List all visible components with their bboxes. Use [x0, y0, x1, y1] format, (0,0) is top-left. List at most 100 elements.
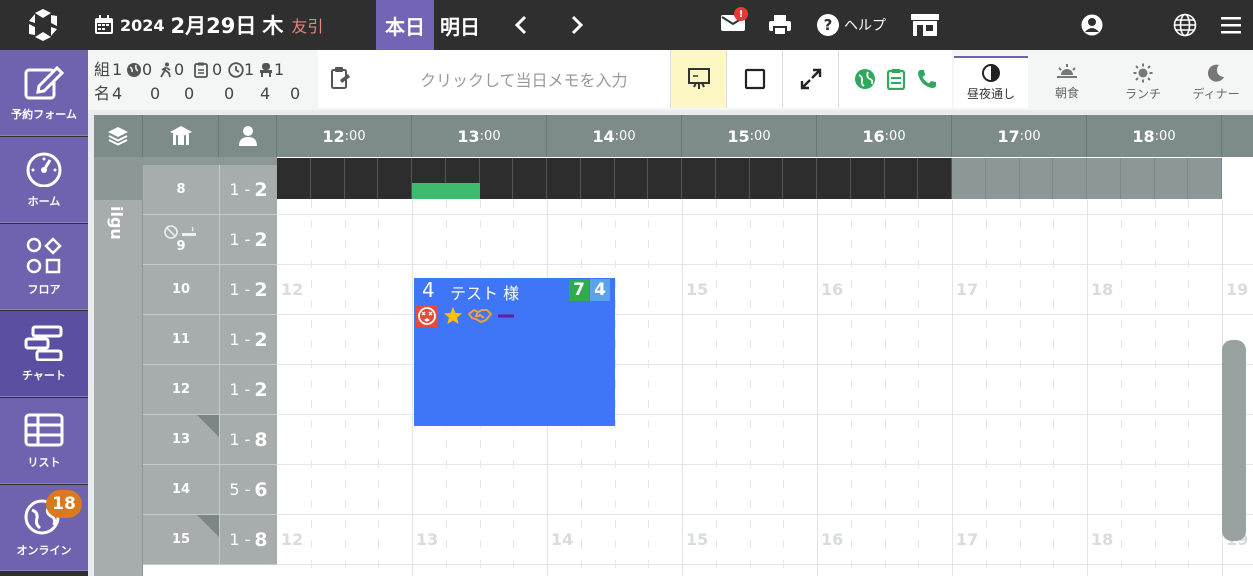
- table-column-header[interactable]: [143, 115, 219, 157]
- table-cell[interactable]: 15: [143, 515, 219, 565]
- chart-header: 12:00 13:00 14:00 15:00 16:00 17:00 18:00: [94, 115, 1253, 157]
- allocation-booked-bar: [412, 183, 480, 199]
- capacity-cell: 1 -2: [219, 315, 277, 365]
- sidebar-item-chart[interactable]: チャート: [0, 311, 88, 397]
- printer-icon: [769, 15, 791, 36]
- globe-green-icon[interactable]: [854, 68, 876, 90]
- expand-button[interactable]: [782, 50, 838, 108]
- date-display[interactable]: 2024 2月29日 木 友引: [94, 0, 323, 50]
- menu-button[interactable]: [1220, 0, 1242, 50]
- capacity-column-header[interactable]: [219, 115, 277, 157]
- capacity-max: 2: [254, 228, 268, 251]
- phone-green-icon[interactable]: [916, 68, 938, 90]
- table-corner-mark: [197, 515, 219, 537]
- presentation-view-button[interactable]: [670, 50, 726, 108]
- allocation-slot[interactable]: [1053, 158, 1087, 199]
- sidebar-item-reservation-form[interactable]: 予約フォーム: [0, 50, 88, 136]
- sidebar-item-list[interactable]: リスト: [0, 398, 88, 484]
- table-cell[interactable]: 11: [143, 315, 219, 365]
- period-breakfast[interactable]: 朝食: [1030, 56, 1104, 108]
- tomorrow-button[interactable]: 明日: [440, 0, 480, 50]
- allocation-slot[interactable]: [749, 158, 784, 199]
- period-lunch[interactable]: ランチ: [1106, 56, 1180, 108]
- capacity-separator: -: [239, 230, 251, 249]
- sidebar-item-label: チャート: [22, 368, 66, 382]
- capacity-cell: 5 -6: [219, 465, 277, 515]
- shapes-icon: [26, 236, 62, 273]
- allocation-slot[interactable]: [277, 158, 311, 199]
- sidebar: 予約フォーム ホーム フロア チャート リスト オンライン 18: [0, 50, 88, 576]
- allocation-slot[interactable]: [1154, 158, 1189, 199]
- allocation-slot[interactable]: [479, 158, 514, 199]
- row-divider: [277, 514, 1253, 515]
- walk-in-icon: [160, 62, 171, 78]
- allocation-slot[interactable]: [310, 158, 345, 199]
- grid-line: [1188, 200, 1190, 576]
- allocation-slot[interactable]: [1120, 158, 1155, 199]
- time-suffix: :00: [344, 128, 366, 144]
- table-cell[interactable]: 14: [143, 465, 219, 515]
- table-cell[interactable]: 13: [143, 415, 219, 465]
- allocation-slot[interactable]: [614, 158, 649, 199]
- clipboard-green-icon[interactable]: [886, 68, 906, 90]
- allocation-slot[interactable]: [580, 158, 615, 199]
- allocation-slot[interactable]: [715, 158, 750, 199]
- capacity-min: 5: [229, 480, 240, 499]
- stat-value: 0: [224, 84, 235, 103]
- channel-filter[interactable]: [838, 50, 952, 108]
- hour-watermark: 19: [1226, 280, 1249, 299]
- app-logo-icon[interactable]: [24, 7, 62, 43]
- hour-watermark: 12: [281, 530, 304, 549]
- clock-icon: [228, 62, 244, 78]
- language-button[interactable]: [1173, 0, 1197, 50]
- allocation-slot[interactable]: [513, 158, 547, 199]
- sidebar-item-online[interactable]: オンライン 18: [0, 485, 88, 571]
- allocation-slot[interactable]: [817, 158, 851, 199]
- daily-memo-input[interactable]: クリックして当日メモを入力: [318, 50, 670, 108]
- prev-day-button[interactable]: [512, 0, 530, 50]
- allocation-slot[interactable]: [1019, 158, 1054, 199]
- allocation-slot[interactable]: [850, 158, 885, 199]
- reservation-block[interactable]: 4 テスト 様 7 4: [414, 278, 615, 426]
- account-button[interactable]: [1081, 0, 1103, 50]
- stat-value: 0: [142, 60, 153, 79]
- select-toggle-button[interactable]: [726, 50, 782, 108]
- sun-icon: [1133, 63, 1153, 82]
- allocation-slot[interactable]: [952, 158, 986, 199]
- vertical-scrollbar[interactable]: [1222, 340, 1246, 541]
- period-label: 朝食: [1054, 86, 1079, 100]
- allocation-slot[interactable]: [985, 158, 1020, 199]
- help-button[interactable]: ? ヘルプ: [816, 0, 886, 50]
- allocation-slot[interactable]: [884, 158, 919, 199]
- minus-icon: [498, 314, 514, 318]
- allocation-slot[interactable]: [1087, 158, 1121, 199]
- allocation-slot[interactable]: [918, 158, 952, 199]
- allocation-slot[interactable]: [648, 158, 682, 199]
- store-button[interactable]: [910, 0, 940, 50]
- edit-icon: [24, 65, 65, 99]
- capacity-cell: 1 -2: [219, 215, 277, 265]
- mail-button[interactable]: !: [720, 0, 748, 50]
- allocation-slot[interactable]: [783, 158, 817, 199]
- period-all-day[interactable]: 昼夜通し: [954, 56, 1028, 108]
- allocation-slot[interactable]: [682, 158, 716, 199]
- time-hour: 17: [997, 126, 1020, 146]
- allocation-slot[interactable]: [378, 158, 412, 199]
- period-dinner[interactable]: ディナー: [1179, 56, 1253, 108]
- table-cell[interactable]: 9: [143, 215, 219, 265]
- row-divider: [277, 264, 1253, 265]
- sidebar-item-home[interactable]: ホーム: [0, 137, 88, 223]
- print-button[interactable]: [768, 0, 792, 50]
- layers-button[interactable]: [94, 115, 143, 157]
- allocation-slot[interactable]: [547, 158, 581, 199]
- allocation-slot[interactable]: [1188, 158, 1222, 199]
- next-day-button[interactable]: [568, 0, 586, 50]
- table-cell[interactable]: 8: [143, 165, 219, 215]
- reservation-party-size: 4: [422, 278, 435, 302]
- sidebar-item-floor[interactable]: フロア: [0, 224, 88, 310]
- table-cell[interactable]: 12: [143, 365, 219, 415]
- today-button[interactable]: 本日: [376, 0, 434, 50]
- table-cell[interactable]: 10: [143, 265, 219, 315]
- allocation-slot[interactable]: [344, 158, 379, 199]
- table-number: 10: [171, 282, 191, 297]
